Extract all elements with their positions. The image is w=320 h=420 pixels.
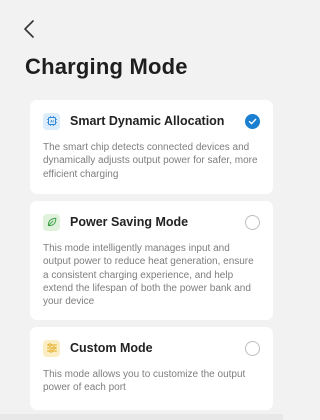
chevron-left-icon	[24, 20, 34, 38]
mode-option-smart-dynamic-allocation[interactable]: AI Smart Dynamic Allocation The smart ch…	[30, 100, 273, 194]
mode-option-power-saving[interactable]: Power Saving Mode This mode intelligentl…	[30, 201, 273, 320]
mode-description: This mode intelligently manages input an…	[43, 243, 254, 308]
unselected-radio[interactable]	[245, 340, 260, 356]
mode-description: The smart chip detects connected devices…	[43, 142, 258, 180]
mode-name: Power Saving Mode	[70, 215, 189, 229]
selected-radio[interactable]	[245, 113, 260, 129]
checkmark-icon	[248, 118, 257, 124]
chip-icon: AI	[43, 112, 60, 130]
back-button[interactable]	[20, 18, 40, 40]
unselected-radio[interactable]	[245, 214, 260, 230]
svg-text:AI: AI	[50, 120, 54, 124]
page-title: Charging Mode	[25, 54, 188, 79]
mode-description: This mode allows you to customize the ou…	[43, 369, 246, 394]
bottom-divider	[0, 414, 283, 420]
leaf-icon	[43, 213, 60, 231]
mode-header: AI Smart Dynamic Allocation	[43, 103, 260, 139]
sliders-icon	[43, 339, 60, 357]
mode-header: Power Saving Mode	[43, 204, 260, 240]
mode-header: Custom Mode	[43, 330, 260, 366]
charging-mode-screen: Charging Mode AI Smart Dynamic Allocatio…	[0, 0, 283, 420]
mode-option-custom[interactable]: Custom Mode This mode allows you to cust…	[30, 327, 273, 410]
mode-name: Smart Dynamic Allocation	[70, 114, 225, 128]
mode-name: Custom Mode	[70, 341, 153, 355]
